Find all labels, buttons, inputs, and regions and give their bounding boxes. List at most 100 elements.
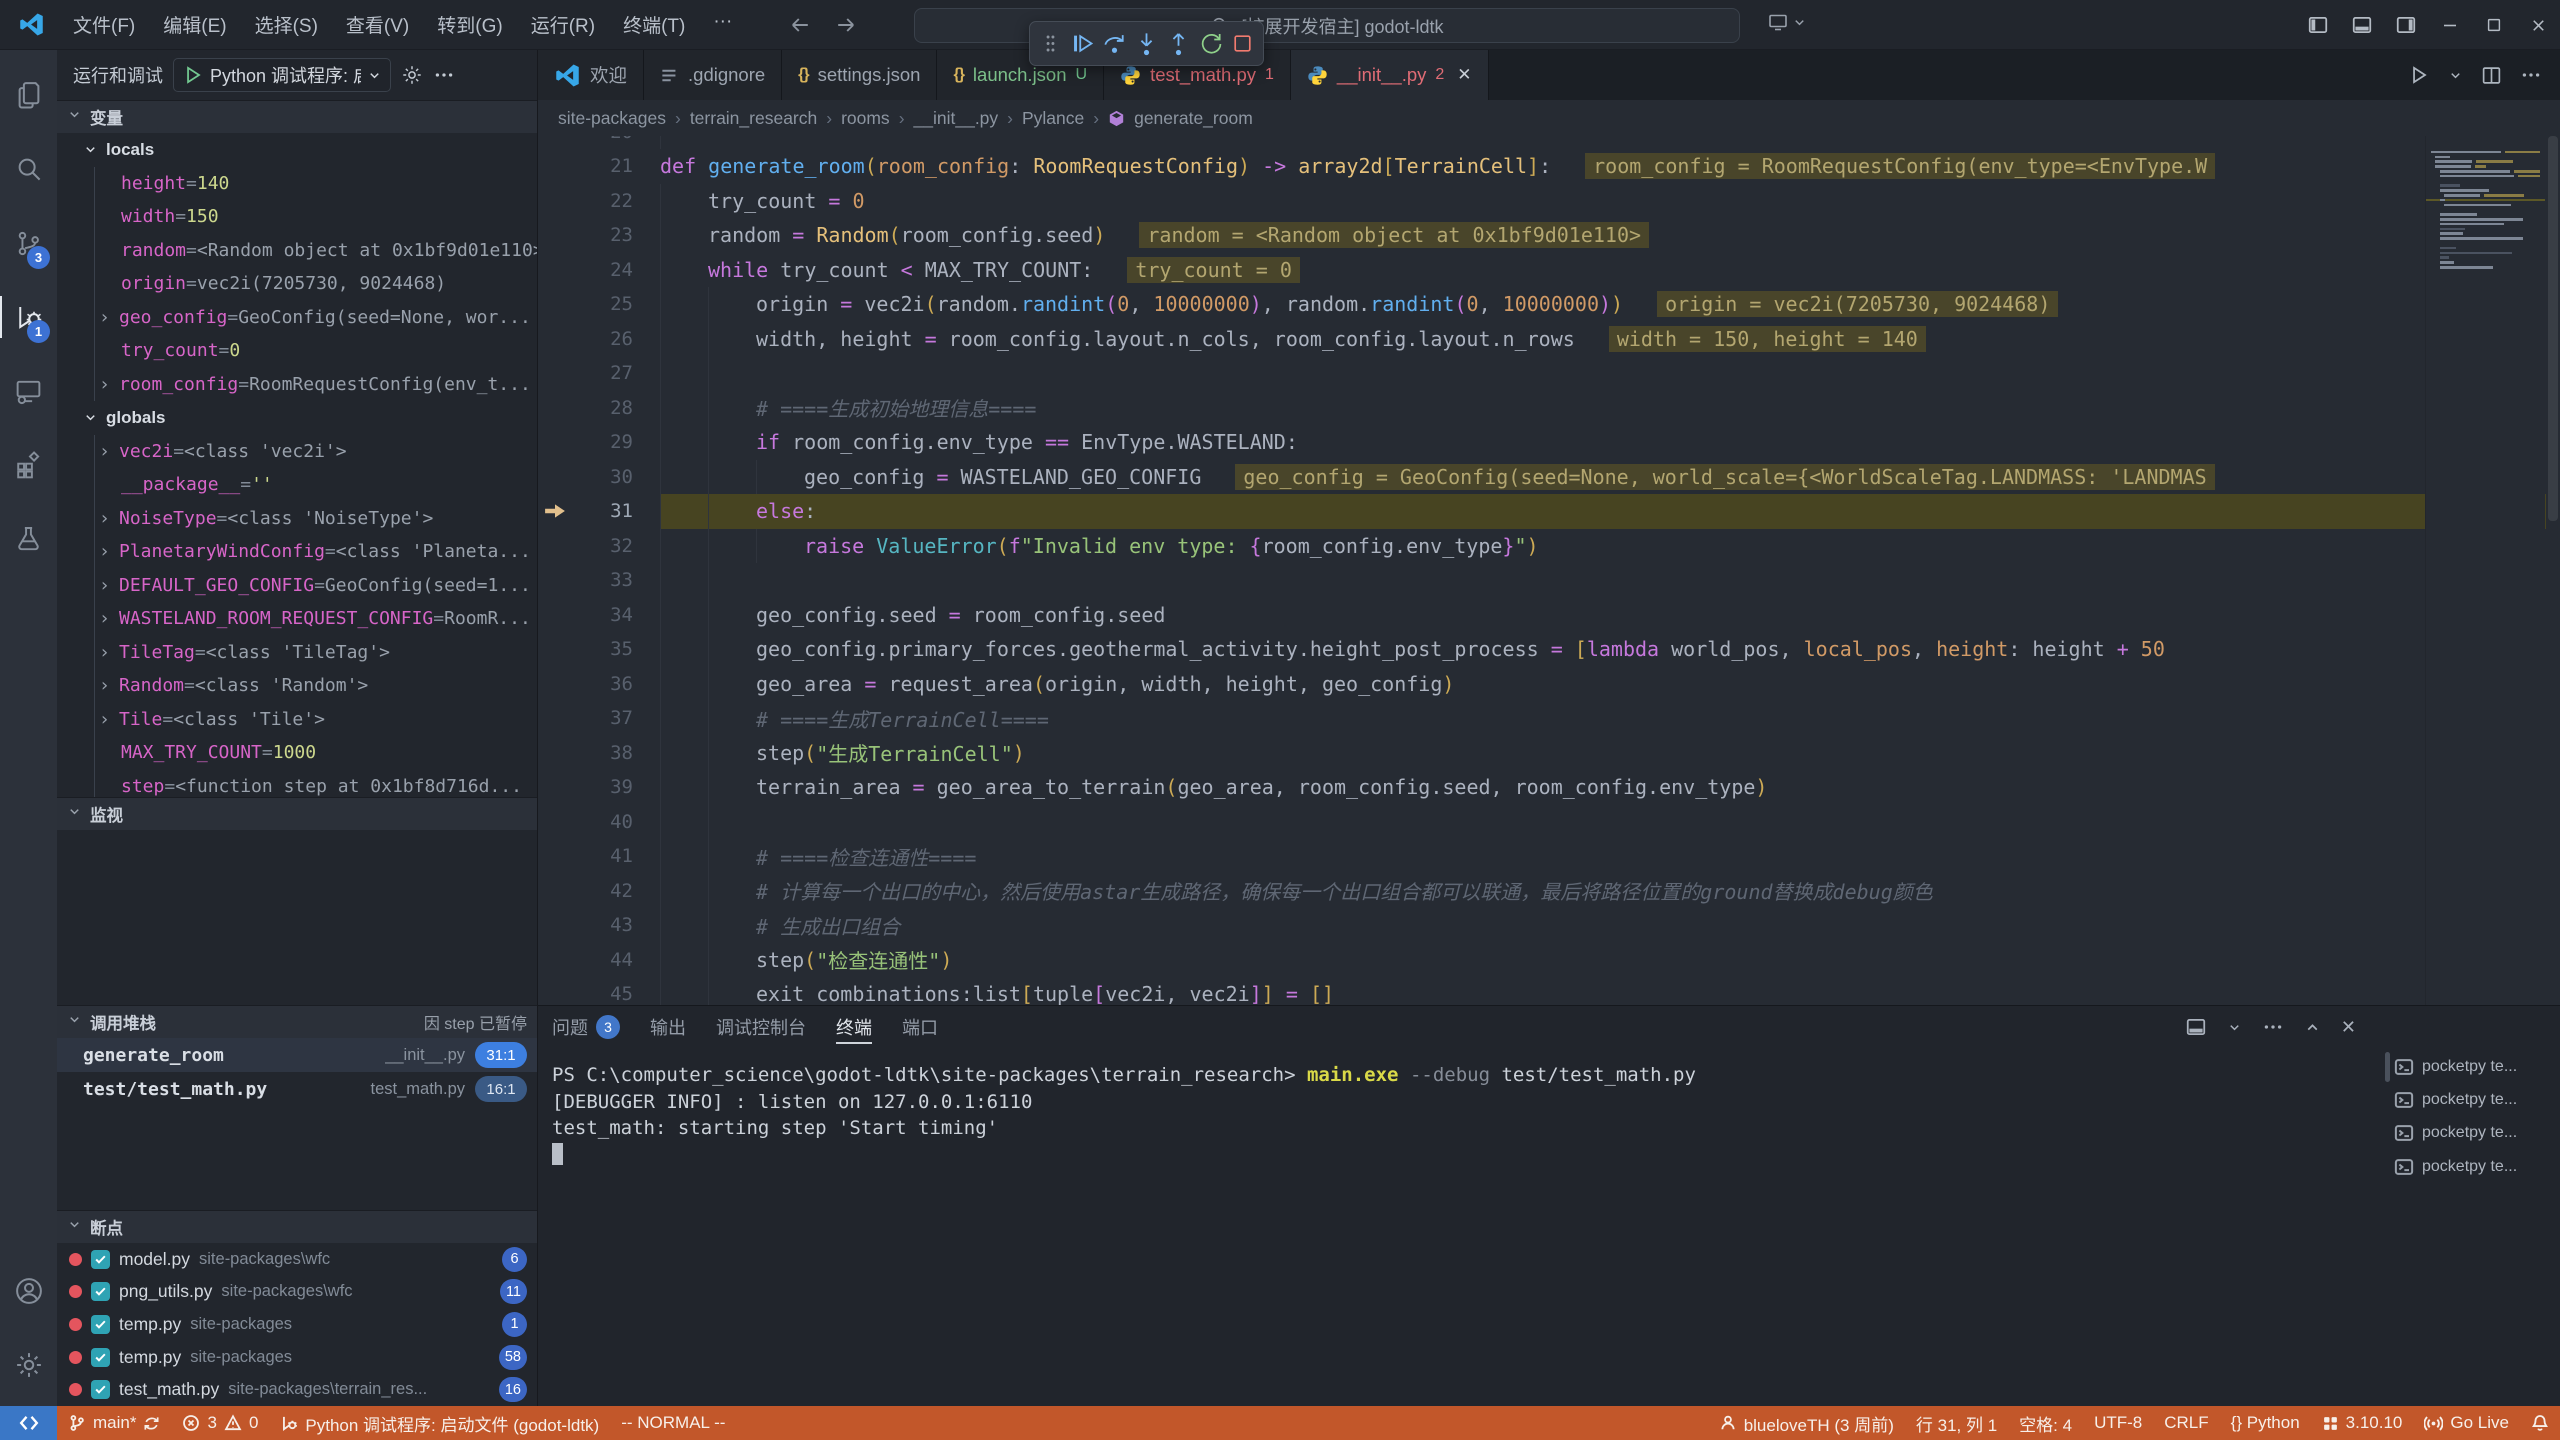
editor-gutter[interactable]: 22 xyxy=(538,184,660,219)
language-mode[interactable]: {} Python xyxy=(2220,1406,2311,1440)
code-line-content[interactable] xyxy=(660,356,2560,391)
editor-gutter[interactable]: 32 xyxy=(538,529,660,564)
callstack-section-header[interactable]: 调用堆栈 因 step 已暂停 xyxy=(57,1005,537,1038)
code-line-content[interactable]: width, height = room_config.layout.n_col… xyxy=(660,322,2560,357)
callstack-frame[interactable]: test/test_math.pytest_math.py16:1 xyxy=(57,1072,537,1106)
code-line-content[interactable]: step("检查连通性") xyxy=(660,943,2560,978)
restart-button[interactable] xyxy=(1195,25,1226,62)
minimize-button[interactable] xyxy=(2428,0,2472,50)
breakpoint-checkbox[interactable] xyxy=(91,1348,110,1367)
panel-tab-输出[interactable]: 输出 xyxy=(650,1006,686,1048)
code-line-content[interactable]: try_count = 0 xyxy=(660,184,2560,219)
branch-status[interactable]: main* xyxy=(57,1406,171,1440)
breakpoint-checkbox[interactable] xyxy=(91,1380,110,1399)
menu-item[interactable]: 终端(T) xyxy=(609,3,699,46)
activity-run-debug[interactable]: 1 xyxy=(0,280,57,354)
editor-gutter[interactable]: 45 xyxy=(538,977,660,1005)
editor-gutter[interactable]: 24 xyxy=(538,253,660,288)
editor-gutter[interactable]: 29 xyxy=(538,425,660,460)
minimap[interactable] xyxy=(2425,136,2545,1005)
breakpoint-checkbox[interactable] xyxy=(91,1250,110,1269)
step-over-button[interactable] xyxy=(1099,25,1130,62)
menu-item[interactable]: 选择(S) xyxy=(241,3,332,46)
breadcrumb-item[interactable]: site-packages xyxy=(558,108,666,129)
code-line-content[interactable]: while try_count < MAX_TRY_COUNT:try_coun… xyxy=(660,253,2560,288)
breakpoint-checkbox[interactable] xyxy=(91,1315,110,1334)
python-version[interactable]: 3.10.10 xyxy=(2311,1406,2414,1440)
variables-group[interactable]: locals xyxy=(57,133,537,167)
editor-gutter[interactable]: 28 xyxy=(538,391,660,426)
editor-gutter[interactable]: 26 xyxy=(538,322,660,357)
code-line-content[interactable]: else: xyxy=(660,494,2560,529)
activity-extensions[interactable] xyxy=(0,428,57,502)
encoding[interactable]: UTF-8 xyxy=(2083,1406,2153,1440)
history-back-icon[interactable] xyxy=(788,13,812,37)
variable-row[interactable]: ›Tile = <class 'Tile'> xyxy=(95,703,537,737)
code-line-content[interactable] xyxy=(660,805,2560,840)
code-line-content[interactable]: step("生成TerrainCell") xyxy=(660,736,2560,771)
editor-gutter[interactable]: 33 xyxy=(538,563,660,598)
debug-config-dropdown[interactable]: Python 调试程序: 启 xyxy=(173,58,391,92)
activity-remote-explorer[interactable] xyxy=(0,354,57,428)
tab-.gdignore[interactable]: .gdignore xyxy=(644,50,782,100)
breakpoint-row[interactable]: test_math.pysite-packages\terrain_res...… xyxy=(57,1373,537,1406)
more-icon[interactable] xyxy=(433,64,455,86)
editor-gutter[interactable]: 42 xyxy=(538,874,660,909)
breadcrumb[interactable]: site-packages›terrain_research›rooms›__i… xyxy=(538,100,2560,136)
notifications[interactable] xyxy=(2520,1406,2560,1440)
code-line-content[interactable]: # 生成出口组合 xyxy=(660,908,2560,943)
variable-row[interactable]: step = <function step at 0x1bf8d716d... xyxy=(95,770,537,798)
variable-row[interactable]: ›PlanetaryWindConfig = <class 'Planeta..… xyxy=(95,535,537,569)
code-line-content[interactable]: # 计算每一个出口的中心，然后使用astar生成路径，确保每一个出口组合都可以联… xyxy=(660,874,2560,909)
editor-gutter[interactable]: 23 xyxy=(538,218,660,253)
variable-row[interactable]: height = 140 xyxy=(95,167,537,201)
code-line-content[interactable]: # ====生成TerrainCell==== xyxy=(660,701,2560,736)
play-icon[interactable] xyxy=(182,64,204,86)
terminal-session-item[interactable]: pocketpy te... xyxy=(2394,1050,2552,1083)
code-line-content[interactable]: geo_area = request_area(origin, width, h… xyxy=(660,667,2560,702)
history-forward-icon[interactable] xyxy=(834,13,858,37)
variable-row[interactable]: ›Random = <class 'Random'> xyxy=(95,669,537,703)
variable-row[interactable]: random = <Random object at 0x1bf9d01e110… xyxy=(95,234,537,268)
close-panel-icon[interactable]: ✕ xyxy=(2341,1017,2356,1038)
code-line-content[interactable]: if room_config.env_type == EnvType.WASTE… xyxy=(660,425,2560,460)
vim-mode[interactable]: -- NORMAL -- xyxy=(610,1406,736,1440)
editor-gutter[interactable]: 20 xyxy=(538,136,660,149)
menu-item[interactable]: ··· xyxy=(699,3,746,46)
stop-button[interactable] xyxy=(1227,25,1258,62)
maximize-panel-icon[interactable] xyxy=(2304,1019,2321,1036)
variable-row[interactable]: ›TileTag = <class 'TileTag'> xyxy=(95,636,537,670)
code-line-content[interactable]: geo_config.primary_forces.geothermal_act… xyxy=(660,632,2560,667)
editor-gutter[interactable]: 30 xyxy=(538,460,660,495)
terminal-session-item[interactable]: pocketpy te... xyxy=(2394,1150,2552,1183)
code-line-content[interactable]: def generate_room(room_config: RoomReque… xyxy=(660,149,2560,184)
editor-gutter[interactable]: 43 xyxy=(538,908,660,943)
editor-gutter[interactable]: 27 xyxy=(538,356,660,391)
run-file-icon[interactable] xyxy=(2408,64,2430,86)
terminal-session-item[interactable]: pocketpy te... xyxy=(2394,1083,2552,1116)
go-live[interactable]: Go Live xyxy=(2413,1406,2520,1440)
close-icon[interactable]: ✕ xyxy=(1457,65,1471,85)
editor-gutter[interactable]: 36 xyxy=(538,667,660,702)
breakpoint-row[interactable]: temp.pysite-packages58 xyxy=(57,1341,537,1374)
breakpoints-section-header[interactable]: 断点 xyxy=(57,1210,537,1243)
git-author[interactable]: blueloveTH (3 周前) xyxy=(1708,1406,1905,1440)
breakpoint-checkbox[interactable] xyxy=(91,1282,110,1301)
cursor-position[interactable]: 行 31, 列 1 xyxy=(1905,1406,2008,1440)
variable-row[interactable]: __package__ = '' xyxy=(95,468,537,502)
code-line-content[interactable]: random = Random(room_config.seed)random … xyxy=(660,218,2560,253)
breadcrumb-item[interactable]: Pylance xyxy=(1022,108,1084,129)
step-out-button[interactable] xyxy=(1163,25,1194,62)
panel-tab-问题[interactable]: 问题3 xyxy=(552,1006,620,1048)
breakpoint-row[interactable]: temp.pysite-packages1 xyxy=(57,1308,537,1341)
terminal-session-item[interactable]: pocketpy te... xyxy=(2394,1117,2552,1150)
variable-row[interactable]: ›geo_config = GeoConfig(seed=None, wor..… xyxy=(95,301,537,335)
variable-row[interactable]: ›NoiseType = <class 'NoiseType'> xyxy=(95,502,537,536)
variable-row[interactable]: try_count = 0 xyxy=(95,334,537,368)
panel-tab-调试控制台[interactable]: 调试控制台 xyxy=(716,1006,806,1048)
code-line-content[interactable]: # ====检查连通性==== xyxy=(660,839,2560,874)
code-line-content[interactable]: raise ValueError(f"Invalid env type: {ro… xyxy=(660,529,2560,564)
breakpoint-row[interactable]: model.pysite-packages\wfc6 xyxy=(57,1243,537,1276)
close-button[interactable] xyxy=(2516,0,2560,50)
editor-gutter[interactable]: 35 xyxy=(538,632,660,667)
